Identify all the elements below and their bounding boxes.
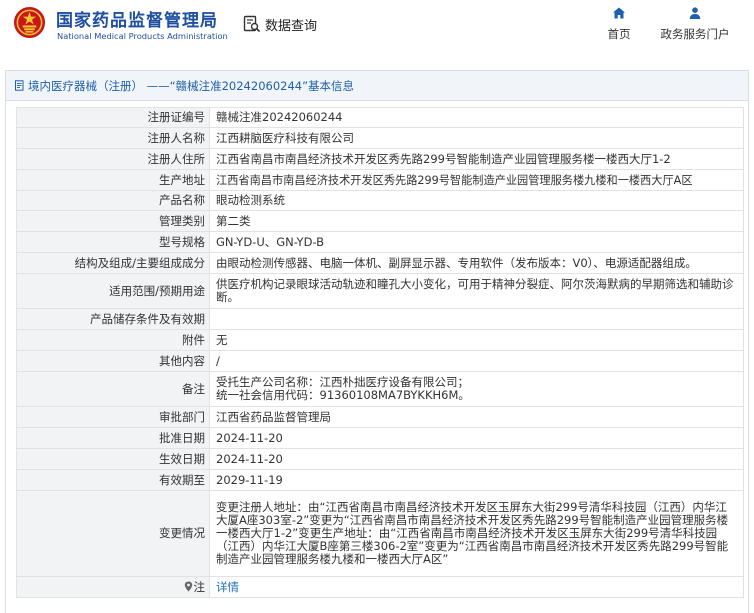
table-row: 注册证编号 赣械注准20242060244 xyxy=(16,107,744,128)
search-document-icon xyxy=(243,15,261,33)
row-value: 2024-11-20 xyxy=(209,427,744,449)
table-row: 注册人名称 江西耕脑医疗科技有限公司 xyxy=(16,127,744,149)
row-label: 型号规格 xyxy=(16,231,210,253)
row-value: 供医疗机构记录眼球活动轨迹和瞳孔大小变化，可用于精神分裂症、阿尔茨海默病的早期筛… xyxy=(209,273,744,309)
panel-title-bar: 境内医疗器械（注册） ——“赣械注准20242060244”基本信息 xyxy=(6,71,748,101)
table-row: 产品储存条件及有效期 xyxy=(16,308,744,330)
data-search-label: 数据查询 xyxy=(265,18,318,34)
map-pin-icon xyxy=(184,581,192,591)
table-row: 结构及组成/主要组成成分 由眼动检测传感器、电脑一体机、副屏显示器、专用软件（发… xyxy=(16,252,744,274)
row-value: 江西省南昌市南昌经济技术开发区秀先路299号智能制造产业园管理服务楼九楼和一楼西… xyxy=(209,169,744,191)
user-icon xyxy=(689,7,701,19)
table-row: 备注 受托生产公司名称：江西朴拙医疗设备有限公司； 统一社会信用代码：91360… xyxy=(16,371,744,407)
row-label: 注 xyxy=(16,576,210,598)
table-row: 附件 无 xyxy=(16,329,744,351)
row-value: 2024-11-20 xyxy=(209,448,744,470)
row-value: 江西省南昌市南昌经济技术开发区秀先路299号智能制造产业园管理服务楼一楼西大厅1… xyxy=(209,148,744,170)
table-row: 审批部门 江西省药品监督管理局 xyxy=(16,406,744,428)
row-label: 适用范围/预期用途 xyxy=(16,273,210,309)
row-label: 生产地址 xyxy=(16,169,210,191)
row-value: 无 xyxy=(209,329,744,351)
nav-home-label: 首页 xyxy=(607,27,631,41)
data-search-link[interactable]: 数据查询 xyxy=(243,13,317,35)
site-logo-subtitle: National Medical Products Administration xyxy=(57,31,228,41)
row-label: 其他内容 xyxy=(16,350,210,372)
row-label: 批准日期 xyxy=(16,427,210,449)
nav-home[interactable]: 首页 xyxy=(600,6,638,42)
panel-title: 境内医疗器械（注册） ——“赣械注准20242060244”基本信息 xyxy=(28,78,355,93)
national-emblem-icon xyxy=(13,6,46,39)
row-label: 变更情况 xyxy=(16,490,210,577)
table-row: 适用范围/预期用途 供医疗机构记录眼球活动轨迹和瞳孔大小变化，可用于精神分裂症、… xyxy=(16,273,744,309)
site-logo-title[interactable]: 国家药品监督管理局 xyxy=(56,6,218,31)
row-label: 管理类别 xyxy=(16,210,210,232)
row-value: 由眼动检测传感器、电脑一体机、副屏显示器、专用软件（发布版本：V0）、电源适配器… xyxy=(209,252,744,274)
table-row: 批准日期 2024-11-20 xyxy=(16,427,744,449)
row-value: / xyxy=(209,350,744,372)
row-label: 附件 xyxy=(16,329,210,351)
table-row: 生产地址 江西省南昌市南昌经济技术开发区秀先路299号智能制造产业园管理服务楼九… xyxy=(16,169,744,191)
row-value: 江西省药品监督管理局 xyxy=(209,406,744,428)
row-label: 结构及组成/主要组成成分 xyxy=(16,252,210,274)
row-label: 产品储存条件及有效期 xyxy=(16,308,210,330)
row-value: 变更注册人地址：由“江西省南昌市南昌经济技术开发区玉屏东大街299号清华科技园（… xyxy=(209,490,744,577)
row-value xyxy=(209,308,744,330)
table-row: 管理类别 第二类 xyxy=(16,210,744,232)
site-header: 国家药品监督管理局 National Medical Products Admi… xyxy=(0,0,754,62)
row-label: 注册证编号 xyxy=(16,107,210,128)
detail-panel: 境内医疗器械（注册） ——“赣械注准20242060244”基本信息 注册证编号… xyxy=(5,70,749,613)
info-table: 注册证编号 赣械注准20242060244 注册人名称 江西耕脑医疗科技有限公司… xyxy=(16,107,744,598)
nav-gov-label: 政务服务门户 xyxy=(660,27,730,41)
table-row: 注 详情 xyxy=(16,576,744,598)
row-label: 产品名称 xyxy=(16,190,210,211)
table-row: 产品名称 眼动检测系统 xyxy=(16,190,744,211)
nav-gov-service-portal[interactable]: 政务服务门户 xyxy=(653,6,737,42)
row-label: 注册人住所 xyxy=(16,148,210,170)
row-label: 有效期至 xyxy=(16,469,210,491)
row-value: 赣械注准20242060244 xyxy=(209,107,744,128)
row-value: 江西耕脑医疗科技有限公司 xyxy=(209,127,744,149)
row-label: 注册人名称 xyxy=(16,127,210,149)
remark-line: 统一社会信用代码：91360108MA7BYKKH6M。 xyxy=(216,388,470,402)
note-label: 注 xyxy=(193,579,206,594)
table-row: 其他内容 / xyxy=(16,350,744,372)
table-row: 生效日期 2024-11-20 xyxy=(16,448,744,470)
row-value: 眼动检测系统 xyxy=(209,190,744,211)
row-value: 受托生产公司名称：江西朴拙医疗设备有限公司； 统一社会信用代码：91360108… xyxy=(209,371,744,407)
row-value: 第二类 xyxy=(209,210,744,232)
table-row: 注册人住所 江西省南昌市南昌经济技术开发区秀先路299号智能制造产业园管理服务楼… xyxy=(16,148,744,170)
home-icon xyxy=(613,7,625,19)
row-value: GN-YD-U、GN-YD-B xyxy=(209,231,744,253)
row-value: 详情 xyxy=(209,576,744,598)
row-label: 生效日期 xyxy=(16,448,210,470)
table-row: 有效期至 2029-11-19 xyxy=(16,469,744,491)
row-label: 审批部门 xyxy=(16,406,210,428)
details-link[interactable]: 详情 xyxy=(216,580,239,594)
document-icon xyxy=(15,80,24,91)
row-value: 2029-11-19 xyxy=(209,469,744,491)
table-row: 型号规格 GN-YD-U、GN-YD-B xyxy=(16,231,744,253)
row-label: 备注 xyxy=(16,371,210,407)
table-row: 变更情况 变更注册人地址：由“江西省南昌市南昌经济技术开发区玉屏东大街299号清… xyxy=(16,490,744,577)
